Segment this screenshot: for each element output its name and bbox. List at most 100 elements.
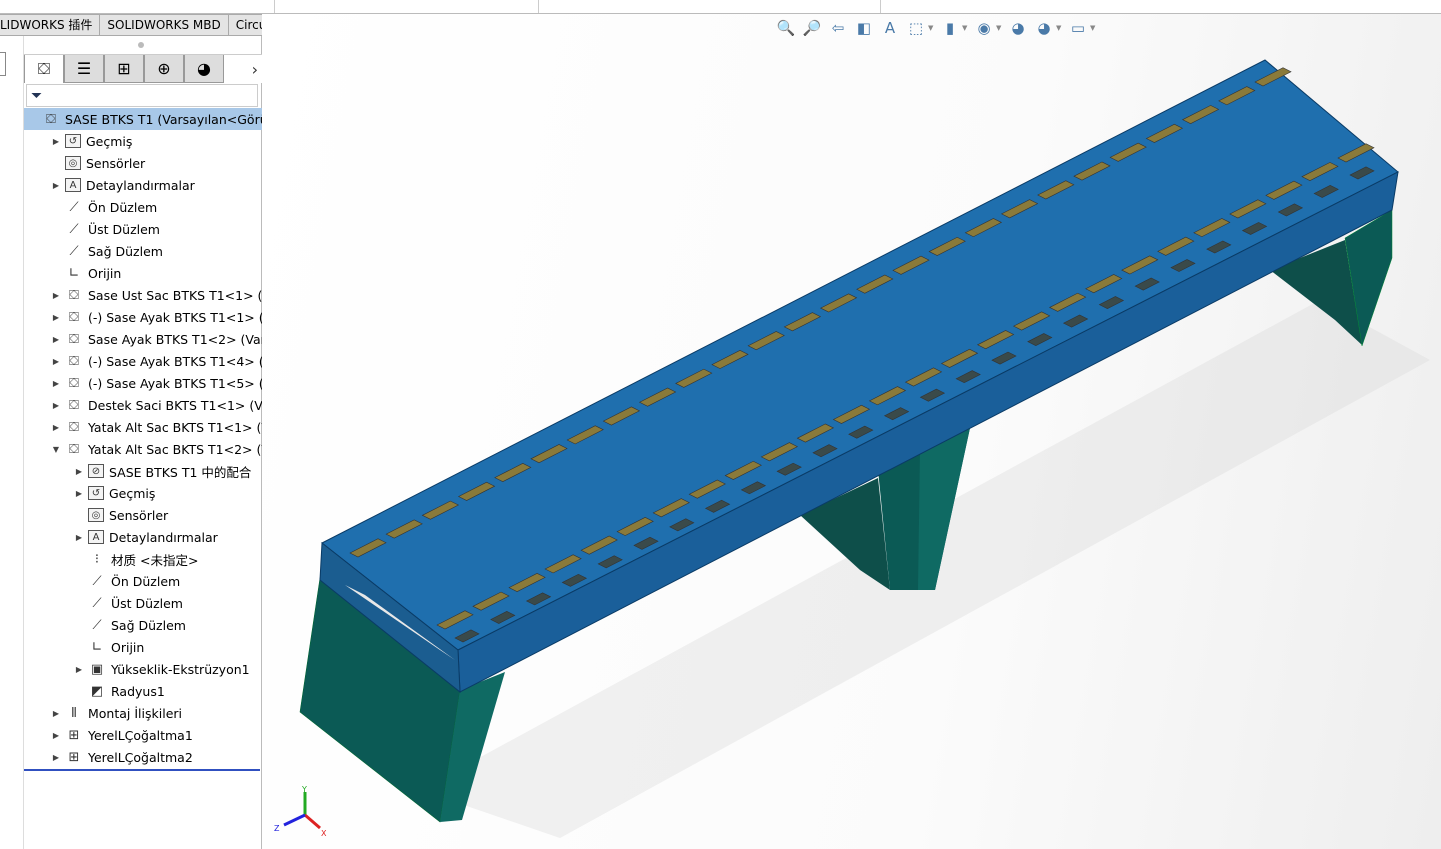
expand-arrow-icon[interactable]: ▶ (51, 731, 61, 740)
hide-show-items-button[interactable]: ◉ (974, 18, 994, 38)
expand-arrow-icon[interactable]: ▶ (51, 709, 61, 718)
tree-item-label: (-) Sase Ayak BTKS T1<4> (Vars (88, 353, 262, 369)
tree-item[interactable]: ▶ ⛋ (-) Sase Ayak BTKS T1<1> (Vars (24, 306, 262, 328)
tree-item[interactable]: ▶ ⊘ SASE BTKS T1 中的配合 (24, 460, 262, 482)
filter-icon[interactable]: ⏷ (26, 84, 258, 107)
expand-arrow-icon[interactable]: ▶ (51, 291, 61, 300)
tree-item-label: Orijin (88, 265, 122, 281)
expand-arrow-icon[interactable]: ▶ (51, 137, 61, 146)
dropdown-arrow-icon[interactable]: ▼ (962, 24, 968, 32)
tree-item[interactable]: ▶ ⛋ (-) Sase Ayak BTKS T1<4> (Vars (24, 350, 262, 372)
panel-tabs: ⛋ ☰ ⊞ ⊕ ◕ › (24, 54, 262, 83)
tree-item[interactable]: ▶ ⊞ YerelLÇoğaltma2 (24, 746, 262, 768)
panel-tab-display-manager[interactable]: ◕ (184, 55, 224, 83)
edit-appearance-icon: ◕ (1011, 19, 1025, 37)
zoom-to-fit-button[interactable]: 🔍 (776, 18, 796, 38)
tree-item[interactable]: ◩ Radyus1 (24, 680, 262, 702)
view-settings-button[interactable]: ▭ (1068, 18, 1088, 38)
expand-arrow-icon[interactable]: ▶ (74, 533, 84, 542)
dropdown-arrow-icon[interactable]: ▼ (996, 24, 1002, 32)
svg-text:Y: Y (301, 785, 307, 794)
expand-arrow-icon[interactable]: ▶ (51, 379, 61, 388)
tree-item[interactable]: ∟ Orijin (24, 262, 262, 284)
panel-tab-configuration-manager[interactable]: ⊞ (104, 55, 144, 83)
expand-arrow-icon[interactable]: ▶ (51, 401, 61, 410)
mates-icon: ⊘ (88, 464, 104, 478)
expand-arrow-icon[interactable]: ▶ (74, 665, 84, 674)
edit-appearance-button[interactable]: ◕ (1008, 18, 1028, 38)
plane-icon: ⟋ (69, 243, 79, 259)
expand-arrow-icon[interactable]: ▶ (51, 423, 61, 432)
tree-item[interactable]: ⁝ 材质 <未指定> (24, 548, 262, 570)
previous-view-button[interactable]: ⇦ (828, 18, 848, 38)
expand-arrow-icon[interactable]: ▼ (51, 445, 61, 454)
tree-item[interactable]: ▶ ↺ Geçmiş (24, 482, 262, 504)
zoom-to-area-icon: 🔎 (802, 19, 822, 37)
tree-item[interactable]: ⟋ Ön Düzlem (24, 570, 262, 592)
graphics-area[interactable]: Y X Z (262, 14, 1441, 849)
tree-item[interactable]: ▶ ⛋ (-) Sase Ayak BTKS T1<5> (Vars (24, 372, 262, 394)
view-orientation-button[interactable]: ⬚ (906, 18, 926, 38)
apply-scene-button[interactable]: ◕ (1034, 18, 1054, 38)
tree-item[interactable]: ◎ Sensörler (24, 504, 262, 526)
more-tabs-button[interactable]: › (224, 55, 262, 83)
heads-up-view-toolbar: 🔍 🔎 ⇦ ◧ A ⬚ ▼ ▮ ▼ ◉ ▼ ◕ ◕ ▼ ▭ ▼ (776, 18, 1096, 38)
section-view-button[interactable]: ◧ (854, 18, 874, 38)
tab-solidworks-mbd[interactable]: SOLIDWORKS MBD (100, 14, 229, 36)
section-view-icon: ◧ (856, 19, 872, 37)
tree-item-label: Sensörler (86, 155, 146, 171)
tree-item-label: Sağ Düzlem (88, 243, 163, 259)
tree-item-label: Geçmiş (109, 485, 156, 501)
expand-arrow-icon[interactable]: ▶ (51, 357, 61, 366)
tree-item[interactable]: ▶ ⊞ YerelLÇoğaltma1 (24, 724, 262, 746)
tree-item[interactable]: ▶ A Detaylandırmalar (24, 174, 262, 196)
dynamic-annotation-button[interactable]: A (880, 18, 900, 38)
tree-item[interactable]: ∟ Orijin (24, 636, 262, 658)
part-icon: ⛋ (69, 331, 79, 347)
rollback-bar[interactable] (24, 769, 260, 771)
zoom-to-area-button[interactable]: 🔎 (802, 18, 822, 38)
expand-arrow-icon[interactable]: ▶ (51, 181, 61, 190)
expand-arrow-icon[interactable]: ▶ (74, 489, 84, 498)
tree-item-label: Sase Ayak BTKS T1<2> (Varsayı (88, 331, 262, 347)
extrude-icon: ▣ (90, 661, 104, 677)
dropdown-arrow-icon[interactable]: ▼ (1090, 24, 1096, 32)
tree-item[interactable]: ▶ A Detaylandırmalar (24, 526, 262, 548)
tree-item[interactable]: ⟋ Sağ Düzlem (24, 240, 262, 262)
fillet-icon: ◩ (90, 683, 104, 699)
tree-item[interactable]: ▶ ▣ Yükseklik-Ekstrüzyon1 (24, 658, 262, 680)
tree-item[interactable]: ⛋ SASE BTKS T1 (Varsayılan<Görüntü (24, 108, 262, 130)
feature-tree: ⛋ SASE BTKS T1 (Varsayılan<Görüntü ▶ ↺ Geçmi… (24, 108, 262, 768)
expand-arrow-icon[interactable]: ▶ (51, 313, 61, 322)
zoom-to-fit-icon: 🔍 (776, 19, 796, 37)
expand-arrow-icon[interactable]: ▶ (51, 753, 61, 762)
tree-item[interactable]: ▶ ⫴ Montaj İlişkileri (24, 702, 262, 724)
tree-item[interactable]: ⟋ Ön Düzlem (24, 196, 262, 218)
panel-tab-property-manager[interactable]: ☰ (64, 55, 104, 83)
dropdown-arrow-icon[interactable]: ▼ (928, 24, 934, 32)
tree-item[interactable]: ⟋ Üst Düzlem (24, 592, 262, 614)
tree-item[interactable]: ▶ ⛋ Sase Ust Sac BTKS T1<1> (Varsa (24, 284, 262, 306)
display-style-button[interactable]: ▮ (940, 18, 960, 38)
expand-arrow-icon[interactable]: ▶ (51, 335, 61, 344)
panel-tab-dimxpert-manager[interactable]: ⊕ (144, 55, 184, 83)
tree-item[interactable]: ⟋ Sağ Düzlem (24, 614, 262, 636)
view-triad: Y X Z (274, 785, 327, 838)
tab-solidworks-addins[interactable]: LIDWORKS 插件 (0, 14, 101, 36)
tree-item-label: Destek Saci BKTS T1<1> (Varsay (88, 397, 262, 413)
tree-item[interactable]: ▶ ↺ Geçmiş (24, 130, 262, 152)
tree-item[interactable]: ◎ Sensörler (24, 152, 262, 174)
expand-arrow-icon[interactable]: ▶ (74, 467, 84, 476)
3d-model[interactable]: Y X Z (262, 14, 1441, 849)
part-icon: ⛋ (69, 375, 79, 391)
tree-item[interactable]: ▼ ⛋ Yatak Alt Sac BKTS T1<2> (Vars (24, 438, 262, 460)
tree-item[interactable]: ⟋ Üst Düzlem (24, 218, 262, 240)
tree-item-label: (-) Sase Ayak BTKS T1<5> (Vars (88, 375, 262, 391)
tree-item[interactable]: ▶ ⛋ Destek Saci BKTS T1<1> (Varsay (24, 394, 262, 416)
tree-item[interactable]: ▶ ⛋ Sase Ayak BTKS T1<2> (Varsayı (24, 328, 262, 350)
pattern-icon: ⊞ (68, 749, 80, 765)
dropdown-arrow-icon[interactable]: ▼ (1056, 24, 1062, 32)
panel-tab-feature-manager[interactable]: ⛋ (24, 55, 64, 83)
panel-grip[interactable] (138, 42, 144, 48)
tree-item[interactable]: ▶ ⛋ Yatak Alt Sac BKTS T1<1> (Vars (24, 416, 262, 438)
